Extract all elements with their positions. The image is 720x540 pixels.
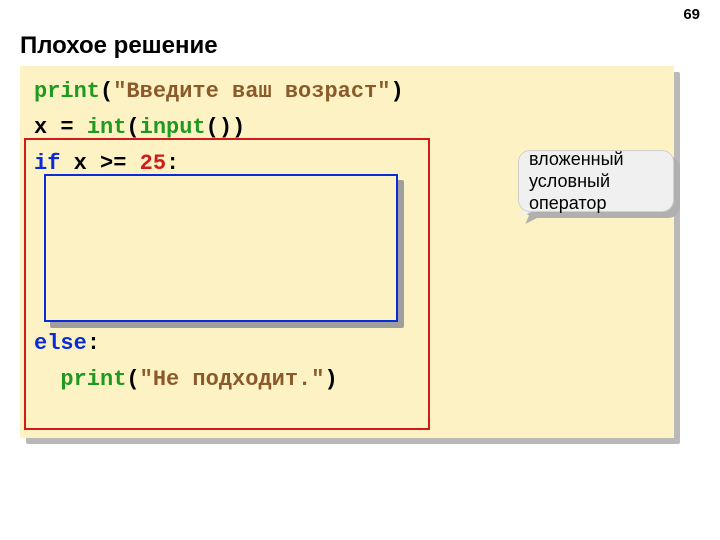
colon: : [87, 331, 100, 356]
colon: : [192, 187, 205, 212]
fn-print: print [87, 223, 153, 248]
paren: ( [153, 295, 166, 320]
indent [34, 187, 60, 212]
code-line: print("Не подходит.") [34, 290, 660, 326]
indent [34, 223, 87, 248]
string-literal: "Не подходит." [166, 295, 351, 320]
number: 40 [166, 187, 192, 212]
indent [34, 367, 60, 392]
page-number: 69 [683, 6, 700, 23]
code-line: print("Не подходит.") [34, 362, 660, 398]
code-line: x = int(input()) [34, 110, 660, 146]
fn-int: int [87, 115, 127, 140]
paren: ( [126, 115, 139, 140]
number: 25 [140, 151, 166, 176]
colon: : [166, 151, 179, 176]
paren: ()) [206, 115, 246, 140]
string-literal: "Введите ваш возраст" [113, 79, 390, 104]
callout-annotation: вложенный условный оператор [518, 150, 674, 212]
page-title: Плохое решение [20, 32, 218, 60]
paren: ) [390, 79, 403, 104]
string-literal: "Не подходит." [140, 367, 325, 392]
code-line: else: [34, 326, 660, 362]
string-literal: "Подходит!" [166, 223, 311, 248]
fn-print: print [34, 79, 100, 104]
kw-if: if [60, 187, 86, 212]
indent [34, 259, 60, 284]
paren: ( [100, 79, 113, 104]
code-line: else: [34, 254, 660, 290]
indent [34, 295, 87, 320]
code-line: print("Введите ваш возраст") [34, 74, 660, 110]
expr: x <= [87, 187, 166, 212]
kw-else: else [60, 259, 113, 284]
callout-text: вложенный условный оператор [529, 148, 663, 214]
paren: ( [153, 223, 166, 248]
fn-print: print [87, 295, 153, 320]
code-block: print("Введите ваш возраст") x = int(inp… [20, 66, 674, 438]
expr: x >= [60, 151, 139, 176]
var-assign: x = [34, 115, 87, 140]
paren: ( [126, 367, 139, 392]
paren: ) [311, 223, 324, 248]
colon: : [113, 259, 126, 284]
paren: ) [324, 367, 337, 392]
kw-if: if [34, 151, 60, 176]
kw-else: else [34, 331, 87, 356]
fn-print: print [60, 367, 126, 392]
paren: ) [351, 295, 364, 320]
code-line: print("Подходит!") [34, 218, 660, 254]
fn-input: input [140, 115, 206, 140]
